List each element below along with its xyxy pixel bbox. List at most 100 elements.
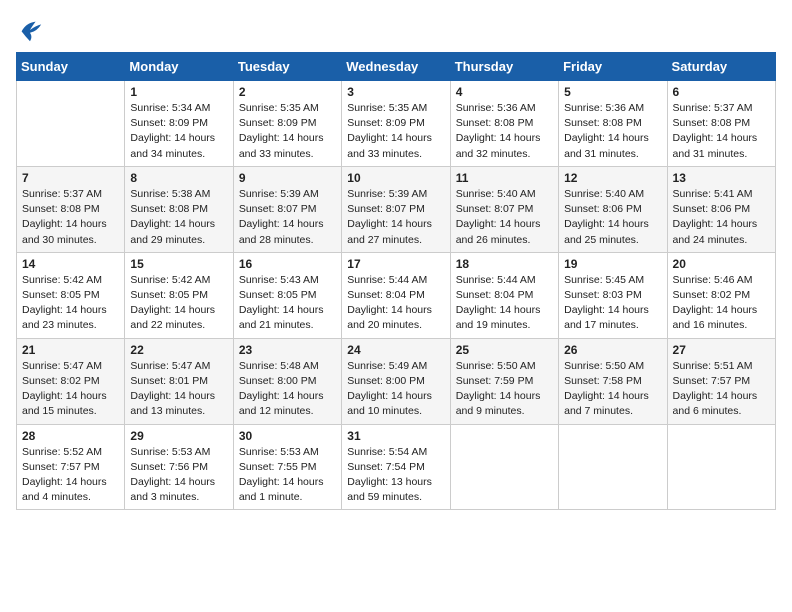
weekday-thursday: Thursday: [450, 53, 558, 81]
week-row-5: 28Sunrise: 5:52 AM Sunset: 7:57 PM Dayli…: [17, 424, 776, 510]
day-info: Sunrise: 5:34 AM Sunset: 8:09 PM Dayligh…: [130, 101, 227, 162]
calendar-cell: 11 Sunrise: 5:40 AM Sunset: 8:07 PM Dayli…: [450, 166, 558, 252]
calendar-cell: 29Sunrise: 5:53 AM Sunset: 7:56 PM Dayli…: [125, 424, 233, 510]
calendar-cell: 18 Sunrise: 5:44 AM Sunset: 8:04 PM Dayli…: [450, 252, 558, 338]
calendar-cell: 4Sunrise: 5:36 AM Sunset: 8:08 PM Daylig…: [450, 81, 558, 167]
calendar-cell: 5 Sunrise: 5:36 AM Sunset: 8:08 PM Daylig…: [559, 81, 667, 167]
day-number: 1: [130, 85, 227, 99]
calendar-cell: 25 Sunrise: 5:50 AM Sunset: 7:59 PM Dayli…: [450, 338, 558, 424]
calendar-cell: 15 Sunrise: 5:42 AM Sunset: 8:05 PM Dayli…: [125, 252, 233, 338]
calendar-cell: 12 Sunrise: 5:40 AM Sunset: 8:06 PM Dayli…: [559, 166, 667, 252]
weekday-tuesday: Tuesday: [233, 53, 341, 81]
logo: [16, 16, 48, 44]
day-number: 4: [456, 85, 553, 99]
calendar-body: 1 Sunrise: 5:34 AM Sunset: 8:09 PM Daylig…: [17, 81, 776, 510]
day-number: 5: [564, 85, 661, 99]
weekday-wednesday: Wednesday: [342, 53, 450, 81]
day-info: Sunrise: 5:43 AM Sunset: 8:05 PM Dayligh…: [239, 273, 336, 334]
day-info: Sunrise: 5:40 AM Sunset: 8:07 PM Dayligh…: [456, 187, 553, 248]
calendar-cell: 13Sunrise: 5:41 AM Sunset: 8:06 PM Dayli…: [667, 166, 775, 252]
calendar-cell: 26 Sunrise: 5:50 AM Sunset: 7:58 PM Dayli…: [559, 338, 667, 424]
calendar-cell: 21Sunrise: 5:47 AM Sunset: 8:02 PM Dayli…: [17, 338, 125, 424]
day-number: 18: [456, 257, 553, 271]
day-number: 31: [347, 429, 444, 443]
day-number: 24: [347, 343, 444, 357]
day-info: Sunrise: 5:36 AM Sunset: 8:08 PM Dayligh…: [564, 101, 661, 162]
week-row-3: 14Sunrise: 5:42 AM Sunset: 8:05 PM Dayli…: [17, 252, 776, 338]
day-number: 6: [673, 85, 770, 99]
day-info: Sunrise: 5:54 AM Sunset: 7:54 PM Dayligh…: [347, 445, 444, 506]
day-number: 20: [673, 257, 770, 271]
day-info: Sunrise: 5:51 AM Sunset: 7:57 PM Dayligh…: [673, 359, 770, 420]
day-info: Sunrise: 5:35 AM Sunset: 8:09 PM Dayligh…: [347, 101, 444, 162]
calendar-cell: 2Sunrise: 5:35 AM Sunset: 8:09 PM Daylig…: [233, 81, 341, 167]
calendar-cell: 1 Sunrise: 5:34 AM Sunset: 8:09 PM Daylig…: [125, 81, 233, 167]
calendar-cell: 6 Sunrise: 5:37 AM Sunset: 8:08 PM Daylig…: [667, 81, 775, 167]
day-info: Sunrise: 5:48 AM Sunset: 8:00 PM Dayligh…: [239, 359, 336, 420]
day-info: Sunrise: 5:50 AM Sunset: 7:58 PM Dayligh…: [564, 359, 661, 420]
day-number: 15: [130, 257, 227, 271]
week-row-4: 21Sunrise: 5:47 AM Sunset: 8:02 PM Dayli…: [17, 338, 776, 424]
day-info: Sunrise: 5:39 AM Sunset: 8:07 PM Dayligh…: [239, 187, 336, 248]
day-number: 3: [347, 85, 444, 99]
day-info: Sunrise: 5:42 AM Sunset: 8:05 PM Dayligh…: [22, 273, 119, 334]
day-number: 19: [564, 257, 661, 271]
calendar-cell: 9 Sunrise: 5:39 AM Sunset: 8:07 PM Daylig…: [233, 166, 341, 252]
day-number: 17: [347, 257, 444, 271]
calendar-cell: 10 Sunrise: 5:39 AM Sunset: 8:07 PM Dayli…: [342, 166, 450, 252]
weekday-saturday: Saturday: [667, 53, 775, 81]
week-row-1: 1 Sunrise: 5:34 AM Sunset: 8:09 PM Daylig…: [17, 81, 776, 167]
day-number: 22: [130, 343, 227, 357]
calendar-cell: 17 Sunrise: 5:44 AM Sunset: 8:04 PM Dayli…: [342, 252, 450, 338]
day-number: 28: [22, 429, 119, 443]
weekday-sunday: Sunday: [17, 53, 125, 81]
day-number: 25: [456, 343, 553, 357]
day-info: Sunrise: 5:46 AM Sunset: 8:02 PM Dayligh…: [673, 273, 770, 334]
day-info: Sunrise: 5:37 AM Sunset: 8:08 PM Dayligh…: [673, 101, 770, 162]
logo-bird-icon: [16, 16, 44, 44]
calendar-cell: 28Sunrise: 5:52 AM Sunset: 7:57 PM Dayli…: [17, 424, 125, 510]
day-info: Sunrise: 5:35 AM Sunset: 8:09 PM Dayligh…: [239, 101, 336, 162]
weekday-header-row: SundayMondayTuesdayWednesdayThursdayFrid…: [17, 53, 776, 81]
day-number: 10: [347, 171, 444, 185]
calendar-cell: 19Sunrise: 5:45 AM Sunset: 8:03 PM Dayli…: [559, 252, 667, 338]
weekday-friday: Friday: [559, 53, 667, 81]
day-info: Sunrise: 5:50 AM Sunset: 7:59 PM Dayligh…: [456, 359, 553, 420]
day-info: Sunrise: 5:40 AM Sunset: 8:06 PM Dayligh…: [564, 187, 661, 248]
calendar-cell: 24 Sunrise: 5:49 AM Sunset: 8:00 PM Dayli…: [342, 338, 450, 424]
weekday-monday: Monday: [125, 53, 233, 81]
calendar-cell: 20 Sunrise: 5:46 AM Sunset: 8:02 PM Dayli…: [667, 252, 775, 338]
calendar-cell: 30Sunrise: 5:53 AM Sunset: 7:55 PM Dayli…: [233, 424, 341, 510]
calendar-cell: [17, 81, 125, 167]
calendar-cell: 22 Sunrise: 5:47 AM Sunset: 8:01 PM Dayli…: [125, 338, 233, 424]
day-number: 13: [673, 171, 770, 185]
day-info: Sunrise: 5:44 AM Sunset: 8:04 PM Dayligh…: [456, 273, 553, 334]
calendar-table: SundayMondayTuesdayWednesdayThursdayFrid…: [16, 52, 776, 510]
day-number: 8: [130, 171, 227, 185]
day-number: 26: [564, 343, 661, 357]
day-info: Sunrise: 5:44 AM Sunset: 8:04 PM Dayligh…: [347, 273, 444, 334]
calendar-cell: 3 Sunrise: 5:35 AM Sunset: 8:09 PM Daylig…: [342, 81, 450, 167]
page-header: [16, 16, 776, 44]
calendar-cell: [667, 424, 775, 510]
calendar-cell: 14Sunrise: 5:42 AM Sunset: 8:05 PM Dayli…: [17, 252, 125, 338]
week-row-2: 7Sunrise: 5:37 AM Sunset: 8:08 PM Daylig…: [17, 166, 776, 252]
day-info: Sunrise: 5:42 AM Sunset: 8:05 PM Dayligh…: [130, 273, 227, 334]
day-info: Sunrise: 5:37 AM Sunset: 8:08 PM Dayligh…: [22, 187, 119, 248]
calendar-cell: 16Sunrise: 5:43 AM Sunset: 8:05 PM Dayli…: [233, 252, 341, 338]
day-number: 11: [456, 171, 553, 185]
calendar-cell: [559, 424, 667, 510]
day-number: 27: [673, 343, 770, 357]
day-info: Sunrise: 5:49 AM Sunset: 8:00 PM Dayligh…: [347, 359, 444, 420]
day-info: Sunrise: 5:47 AM Sunset: 8:01 PM Dayligh…: [130, 359, 227, 420]
day-number: 12: [564, 171, 661, 185]
day-info: Sunrise: 5:38 AM Sunset: 8:08 PM Dayligh…: [130, 187, 227, 248]
calendar-cell: 8 Sunrise: 5:38 AM Sunset: 8:08 PM Daylig…: [125, 166, 233, 252]
day-number: 9: [239, 171, 336, 185]
day-info: Sunrise: 5:39 AM Sunset: 8:07 PM Dayligh…: [347, 187, 444, 248]
day-number: 30: [239, 429, 336, 443]
calendar-cell: 7Sunrise: 5:37 AM Sunset: 8:08 PM Daylig…: [17, 166, 125, 252]
calendar-cell: 23Sunrise: 5:48 AM Sunset: 8:00 PM Dayli…: [233, 338, 341, 424]
day-info: Sunrise: 5:53 AM Sunset: 7:56 PM Dayligh…: [130, 445, 227, 506]
day-number: 21: [22, 343, 119, 357]
